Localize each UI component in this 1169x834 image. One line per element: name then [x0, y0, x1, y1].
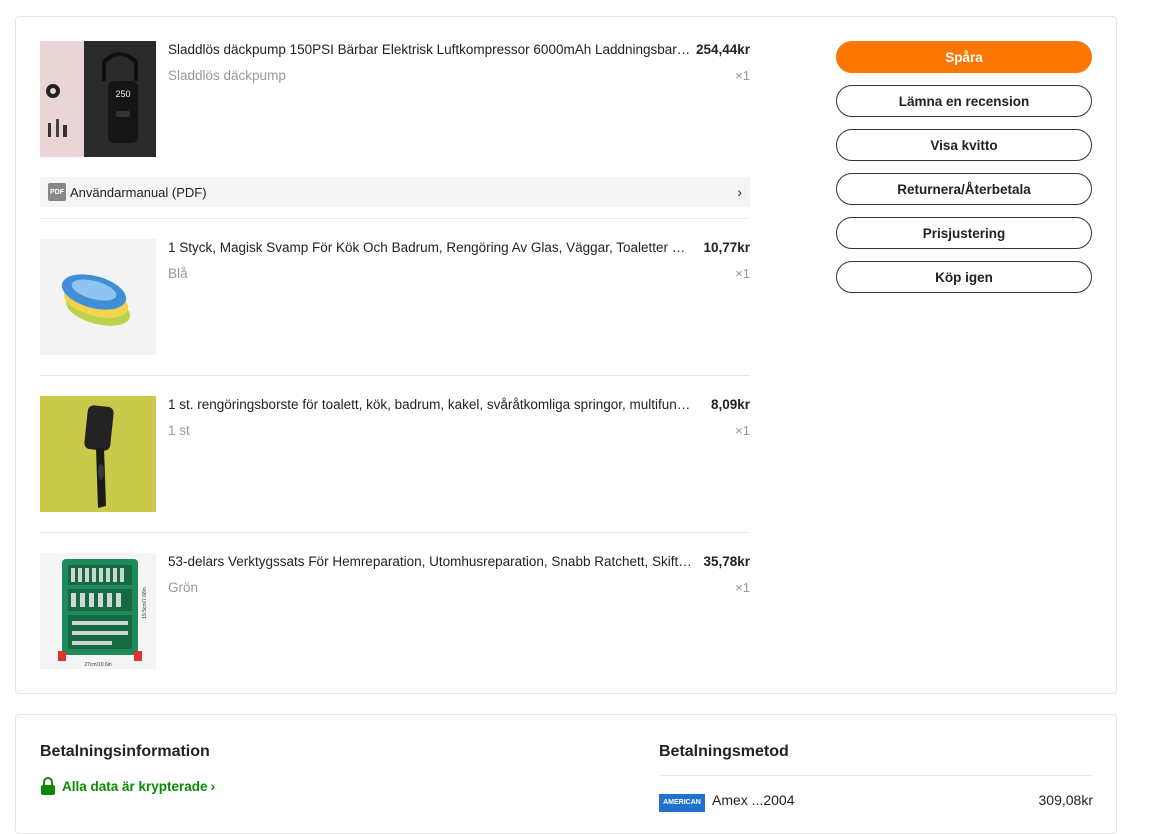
- pdf-icon: PDF: [48, 183, 66, 201]
- sponge-image[interactable]: [40, 239, 156, 355]
- payment-method-divider: [659, 775, 1093, 776]
- chevron-right-icon: ›: [210, 778, 216, 794]
- item-quantity: ×1: [735, 580, 750, 595]
- price-adjustment-button[interactable]: Prisjustering: [836, 217, 1092, 249]
- item-title[interactable]: 1 Styck, Magisk Svamp För Kök Och Badrum…: [168, 240, 692, 255]
- item-title[interactable]: Sladdlös däckpump 150PSI Bärbar Elektris…: [168, 42, 692, 57]
- item-price: 35,78kr: [703, 554, 750, 569]
- item-variant: Sladdlös däckpump: [168, 68, 286, 83]
- return-refund-button[interactable]: Returnera/Återbetala: [836, 173, 1092, 205]
- item-price: 8,09kr: [710, 397, 750, 412]
- item-price: 254,44kr: [695, 42, 750, 57]
- order-item[interactable]: 250 Sladdlös däckpump 150PSI Bärbar Elek…: [40, 41, 750, 157]
- order-card: 250 Sladdlös däckpump 150PSI Bärbar Elek…: [15, 16, 1117, 694]
- pump-display-value: 250: [115, 89, 130, 99]
- user-manual-link[interactable]: PDF Användarmanual (PDF) ›: [40, 177, 750, 207]
- order-item[interactable]: 1 st. rengöringsborste för toalett, kök,…: [40, 396, 750, 512]
- lock-icon: [41, 777, 55, 795]
- payment-method-label: Amex ...2004: [712, 792, 795, 808]
- toolkit-height-label: 19.5cm/7.68in: [142, 587, 148, 619]
- item-quantity: ×1: [735, 423, 750, 438]
- tire-pump-image[interactable]: 250: [40, 41, 156, 157]
- item-quantity: ×1: [735, 266, 750, 281]
- track-button[interactable]: Spåra: [836, 41, 1092, 73]
- leave-review-button[interactable]: Lämna en recension: [836, 85, 1092, 117]
- payment-method-row: AMERICAN Amex ...2004 309,08kr: [659, 792, 1093, 812]
- item-title[interactable]: 53-delars Verktygssats För Hemreparation…: [168, 554, 692, 569]
- payment-method-title: Betalningsmetod: [659, 743, 789, 760]
- item-variant: Grön: [168, 580, 199, 595]
- item-price: 10,77kr: [703, 240, 750, 255]
- item-divider: [40, 375, 750, 376]
- item-quantity: ×1: [735, 68, 750, 83]
- order-item[interactable]: 27cm/10.6in 19.5cm/7.68in 53-delars Verk…: [40, 553, 750, 669]
- item-variant: 1 st: [168, 423, 190, 438]
- buy-again-button[interactable]: Köp igen: [836, 261, 1092, 293]
- brush-image[interactable]: [40, 396, 156, 512]
- item-variant: Blå: [168, 266, 188, 281]
- chevron-right-icon: ›: [737, 184, 742, 200]
- item-divider: [40, 218, 750, 219]
- encryption-label: Alla data är krypterade: [62, 778, 208, 794]
- view-receipt-button[interactable]: Visa kvitto: [836, 129, 1092, 161]
- toolkit-image[interactable]: 27cm/10.6in 19.5cm/7.68in: [40, 553, 156, 669]
- item-divider: [40, 532, 750, 533]
- payment-amount: 309,08kr: [1038, 792, 1093, 808]
- payment-info-title: Betalningsinformation: [40, 743, 210, 760]
- encryption-link[interactable]: Alla data är krypterade ›: [40, 777, 215, 795]
- item-title[interactable]: 1 st. rengöringsborste för toalett, kök,…: [168, 397, 692, 412]
- payment-card: Betalningsinformation Alla data är krypt…: [15, 714, 1117, 834]
- user-manual-label: Användarmanual (PDF): [70, 184, 207, 200]
- toolkit-width-label: 27cm/10.6in: [84, 662, 111, 668]
- amex-card-icon: AMERICAN: [659, 794, 705, 812]
- order-item[interactable]: 1 Styck, Magisk Svamp För Kök Och Badrum…: [40, 239, 750, 355]
